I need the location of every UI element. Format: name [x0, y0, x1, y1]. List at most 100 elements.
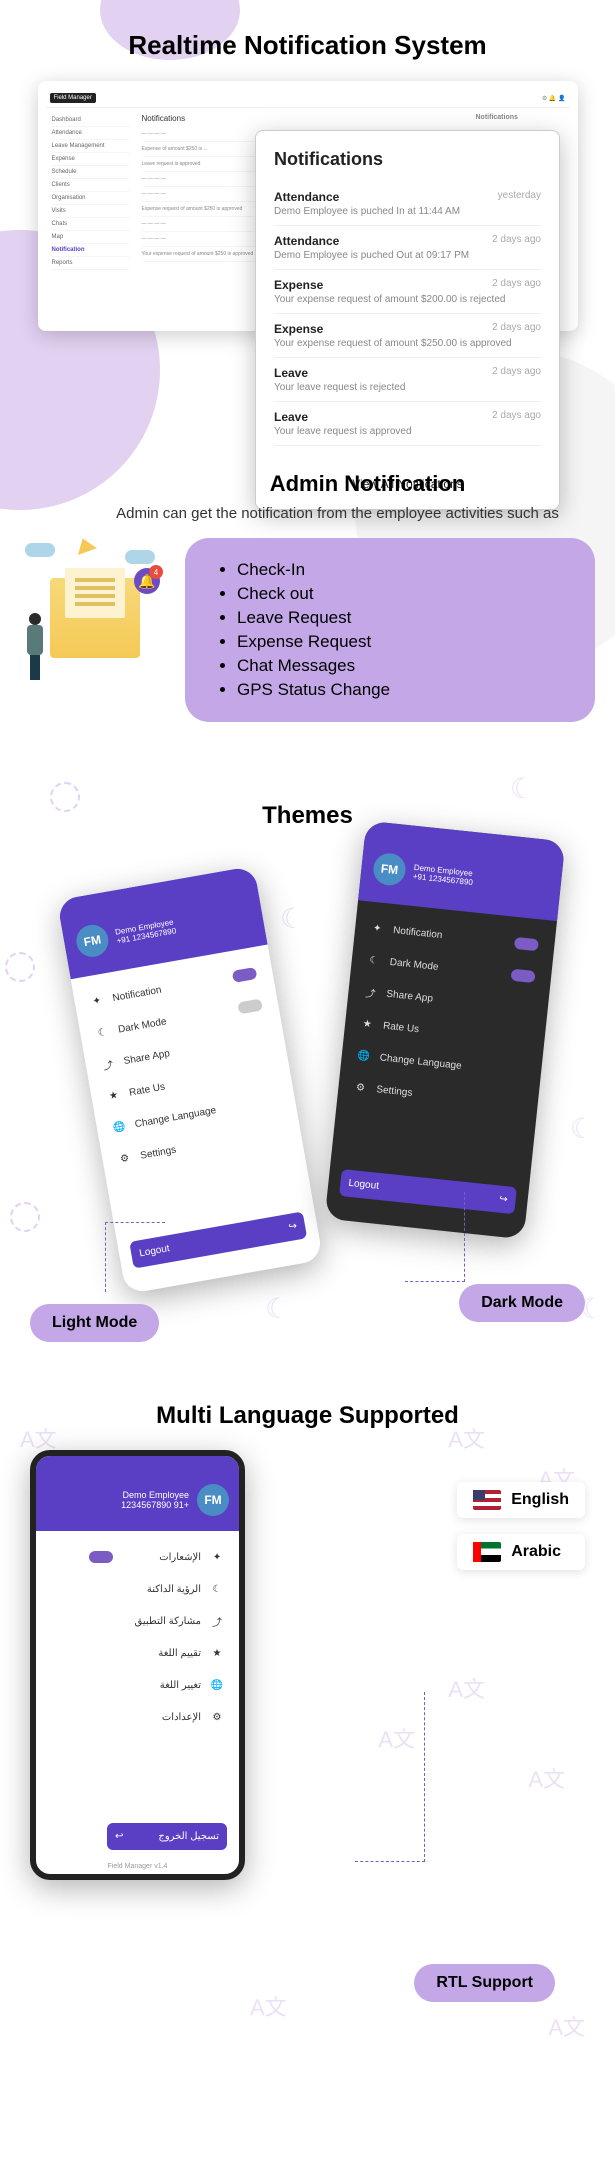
sidebar-item: Visits	[52, 205, 130, 218]
logout-label: Logout	[348, 1178, 380, 1192]
user-phone: 1234567890 91+	[121, 1500, 189, 1510]
lang-label: English	[511, 1491, 569, 1509]
toggle-switch[interactable]	[237, 998, 263, 1014]
drawer-item-rtl[interactable]: 🌐تغيير اللغة	[46, 1669, 229, 1701]
light-mode-pill: Light Mode	[30, 1304, 159, 1342]
moon-icon: ☾	[367, 954, 380, 967]
sidebar-item: Reports	[52, 257, 130, 270]
share-icon: ⤴	[101, 1057, 115, 1071]
notif-category: Attendance	[274, 190, 339, 204]
drawer-icon: ⚙	[211, 1711, 223, 1723]
sidebar-item: Schedule	[52, 166, 130, 179]
notification-item[interactable]: AttendanceyesterdayDemo Employee is puch…	[274, 182, 541, 226]
avatar: FM	[74, 922, 111, 959]
app-footer-version: Field Manager v1.4	[36, 1863, 239, 1870]
admin-subtitle: Admin can get the notification from the …	[80, 505, 595, 522]
flag-ae-icon	[473, 1542, 501, 1562]
badge-count: 4	[149, 565, 163, 579]
notification-card-title: Notifications	[274, 149, 541, 170]
drawer-item-rtl[interactable]: ☾ الرؤية الداكنة	[46, 1573, 229, 1605]
notification-item[interactable]: Expense 2 days ago Your expense request of…	[274, 314, 541, 358]
feature-item: Leave Request	[237, 606, 567, 630]
notif-time: 2 days ago	[492, 278, 541, 292]
avatar: FM	[372, 852, 407, 887]
notif-time: 2 days ago	[492, 322, 541, 336]
letter-icon	[65, 568, 125, 618]
moon-icon: ☾	[265, 1292, 290, 1325]
notif-desc: Your expense request of amount $250.00 i…	[274, 338, 541, 349]
notif-category: Attendance	[274, 234, 339, 248]
logout-icon: ↪	[499, 1194, 508, 1206]
bell-icon: 🔔4	[134, 568, 160, 594]
drawer-icon: ★	[211, 1647, 223, 1659]
drawer-icon: ⤴	[211, 1615, 223, 1627]
toggle-switch[interactable]	[511, 969, 536, 983]
lang-option-arabic[interactable]: Arabic	[457, 1534, 585, 1570]
drawer-label: الإشعارات	[159, 1552, 201, 1563]
drawer-icon: 🌐	[211, 1679, 223, 1691]
feature-item: Chat Messages	[237, 654, 567, 678]
bell-icon: ✦	[371, 922, 384, 935]
drawer-label: Settings	[139, 1144, 177, 1161]
feature-item: Check-In	[237, 558, 567, 582]
drawer-label: Share App	[123, 1048, 171, 1067]
dark-mode-pill: Dark Mode	[459, 1284, 585, 1322]
dashboard-brand: Field Manager	[50, 93, 96, 103]
lang-deco-icon: A文	[448, 1422, 485, 1454]
drawer-item-rtl[interactable]: ✦الإشعارات	[46, 1541, 229, 1573]
dashboard-main-header: Notifications	[142, 114, 464, 123]
drawer-label: Rate Us	[128, 1081, 165, 1098]
sidebar-item: Organisation	[52, 192, 130, 205]
dashboard-sidebar: Dashboard Attendance Leave Management Ex…	[46, 108, 136, 328]
drawer-item-rtl[interactable]: ⤴ مشاركة التطبيق	[46, 1605, 229, 1637]
notif-desc: Demo Employee is puched Out at 09:17 PM	[274, 250, 541, 261]
drawer-label: Rate Us	[383, 1020, 420, 1035]
notification-item[interactable]: Attendance 2 days ago Demo Employee is puc…	[274, 226, 541, 270]
side-panel-title: Notifications	[476, 114, 564, 121]
moon-icon: ☾	[95, 1026, 109, 1040]
drawer-label: Share App	[386, 988, 434, 1004]
drawer-item-rtl[interactable]: ★تقييم اللغة	[46, 1637, 229, 1669]
phone-rtl-mode: Demo Employee 1234567890 91+ FM ✦الإشعار…	[30, 1450, 245, 1880]
features-pill-box: Check-InCheck outLeave RequestExpense Re…	[185, 538, 595, 722]
paper-plane-icon	[73, 535, 97, 555]
sidebar-item: Dashboard	[52, 114, 130, 127]
phone-light-mode: FM Demo Employee +91 1234567890 ✦Notific…	[57, 866, 323, 1295]
bell-icon: ✦	[90, 994, 104, 1008]
person-icon	[20, 613, 50, 683]
section-title-admin: Admin Notification	[140, 471, 595, 497]
notif-category: Expense	[274, 322, 323, 336]
notification-item[interactable]: Expense2 days agoYour expense request of…	[274, 270, 541, 314]
drawer-icon: ☾	[211, 1583, 223, 1595]
logout-button[interactable]: ↩تسجيل الخروج	[107, 1823, 227, 1850]
connector-line	[355, 1692, 425, 1862]
notif-time: 2 days ago	[492, 234, 541, 248]
logout-label: تسجيل الخروج	[158, 1831, 219, 1842]
sun-icon	[50, 782, 80, 812]
drawer-label: Change Language	[134, 1105, 217, 1130]
phone-dark-mode: FM Demo Employee +91 1234567890 ✦Notific…	[325, 821, 566, 1240]
avatar: FM	[197, 1484, 229, 1516]
lang-deco-icon: A文	[448, 1672, 485, 1704]
share-icon: ⤴	[364, 985, 377, 998]
sidebar-item: Attendance	[52, 127, 130, 140]
drawer-item-rtl[interactable]: ⚙الإعدادات	[46, 1701, 229, 1733]
star-icon: ★	[361, 1017, 374, 1030]
sidebar-item: Clients	[52, 179, 130, 192]
user-name: Demo Employee	[121, 1490, 189, 1500]
section-title-multilang: Multi Language Supported	[10, 1402, 605, 1430]
drawer-label: مشاركة التطبيق	[135, 1616, 201, 1627]
drawer-label: الرؤية الداكنة	[147, 1584, 201, 1595]
lang-deco-icon: A文	[528, 1762, 565, 1794]
feature-item: Expense Request	[237, 630, 567, 654]
rtl-support-pill: RTL Support	[414, 1964, 555, 2002]
toggle-switch[interactable]	[89, 1551, 113, 1563]
lang-option-english[interactable]: English	[457, 1482, 585, 1518]
gear-icon: ⚙	[118, 1152, 132, 1166]
sidebar-item: Notification	[52, 244, 130, 257]
notif-category: Expense	[274, 278, 323, 292]
feature-item: Check out	[237, 582, 567, 606]
toggle-switch[interactable]	[514, 937, 539, 951]
toggle-switch[interactable]	[232, 967, 258, 983]
sidebar-item: Map	[52, 231, 130, 244]
